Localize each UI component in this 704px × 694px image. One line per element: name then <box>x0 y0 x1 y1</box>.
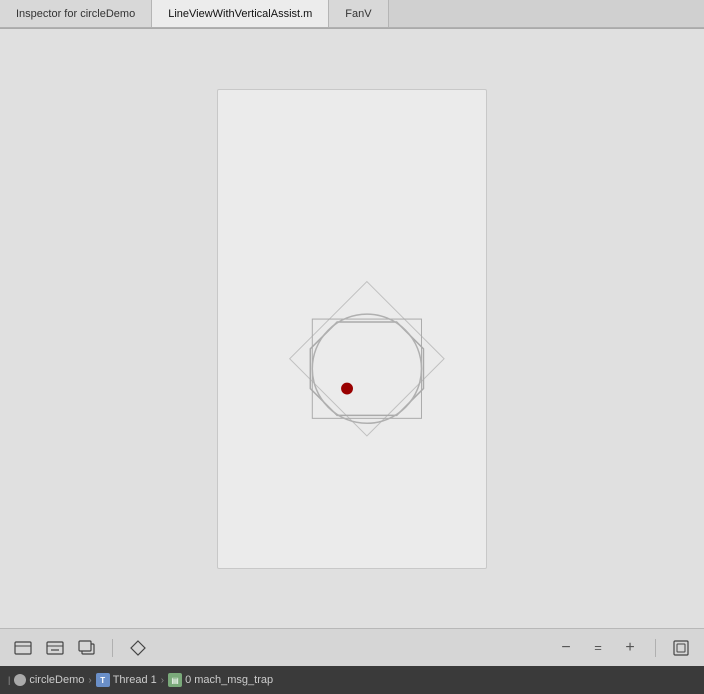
tab-bar: Inspector for circleDemo LineViewWithVer… <box>0 0 704 28</box>
breadcrumb-thread-label: Thread 1 <box>113 674 157 686</box>
tab-fanview-label: FanV <box>345 8 371 20</box>
plus-button[interactable]: + <box>619 637 641 659</box>
toolbar-sep-1 <box>112 639 113 657</box>
main-canvas-area <box>0 29 704 628</box>
breadcrumb-app-label: circleDemo <box>29 674 84 686</box>
breadcrumb-thread[interactable]: T Thread 1 <box>96 673 157 687</box>
breadcrumb-app[interactable]: circleDemo <box>14 674 84 686</box>
tab-lineview[interactable]: LineViewWithVerticalAssist.m <box>152 0 329 27</box>
tab-inspector[interactable]: Inspector for circleDemo <box>0 0 152 27</box>
expand-button[interactable] <box>670 637 692 659</box>
bounding-box <box>312 319 421 418</box>
canvas-drawing-area <box>218 90 486 568</box>
toolbar-sep-2 <box>655 639 656 657</box>
object-button[interactable] <box>127 637 149 659</box>
remove-view-button[interactable] <box>44 637 66 659</box>
breadcrumb-chevron-2: › <box>161 675 164 686</box>
frame-icon: ▤ <box>168 673 182 687</box>
equals-button[interactable]: = <box>587 637 609 659</box>
bottom-toolbar: − = + <box>0 628 704 666</box>
breadcrumb-frame-label: 0 mach_msg_trap <box>185 674 273 686</box>
octagon-shape <box>310 322 423 415</box>
breadcrumb-chevron-1: › <box>88 675 91 686</box>
tab-lineview-label: LineViewWithVerticalAssist.m <box>168 8 312 20</box>
add-view-button[interactable] <box>12 637 34 659</box>
plus-icon: + <box>625 640 634 656</box>
clone-button[interactable] <box>76 637 98 659</box>
status-divider-left: | <box>8 675 10 685</box>
phone-frame <box>217 89 487 569</box>
tab-fanview[interactable]: FanV <box>329 0 388 27</box>
tab-inspector-label: Inspector for circleDemo <box>16 8 135 20</box>
minus-icon: − <box>561 640 570 656</box>
equals-icon: = <box>594 641 602 654</box>
status-bar: | circleDemo › T Thread 1 › ▤ 0 mach_msg… <box>0 666 704 694</box>
red-dot <box>341 382 353 394</box>
breadcrumb-frame[interactable]: ▤ 0 mach_msg_trap <box>168 673 273 687</box>
circle-shape <box>312 314 421 423</box>
minus-button[interactable]: − <box>555 637 577 659</box>
thread-icon: T <box>96 673 110 687</box>
app-icon <box>14 674 26 686</box>
